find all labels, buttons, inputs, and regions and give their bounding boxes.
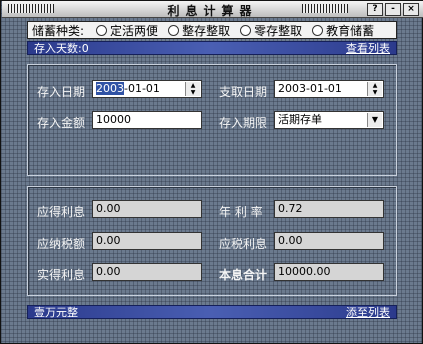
tax-due-value: 0.00 (92, 232, 202, 250)
taxable-interest-value: 0.00 (274, 232, 384, 250)
deposit-panel: 存入日期 2003-01-01 ▲ ▼ 支取日期 2003-01-01 ▲ ▼ 存入… (27, 64, 397, 176)
total-value: 10000.00 (274, 263, 384, 281)
deposit-date-spinner[interactable]: ▲ ▼ (185, 82, 200, 96)
net-interest-label: 实得利息 (37, 268, 86, 282)
amount-label: 存入金额 (37, 116, 86, 130)
deposit-date-input[interactable]: 2003-01-01 ▲ ▼ (92, 80, 202, 98)
amount-input[interactable]: 10000 (92, 111, 202, 129)
deposit-date-year: 2003 (96, 82, 124, 95)
term-select[interactable]: 活期存单 ▼ (274, 111, 384, 129)
radio-lump-sum[interactable]: 整存整取 (168, 22, 230, 39)
annual-rate-value: 0.72 (274, 200, 384, 218)
term-label: 存入期限 (219, 116, 268, 130)
deposit-days: 存入天数:0 (34, 42, 89, 55)
spin-down-icon[interactable]: ▼ (368, 89, 382, 96)
withdraw-date-label: 支取日期 (219, 85, 268, 99)
results-panel: 应得利息 0.00 年 利 率 0.72 应纳税额 0.00 应税利息 0.00… (27, 186, 397, 296)
annual-rate-label: 年 利 率 (219, 205, 263, 219)
title-bar[interactable]: 利息计算器 ? - × (2, 1, 423, 18)
titlebar-buttons: ? - × (367, 3, 419, 16)
radio-circle-icon (240, 24, 252, 36)
radio-label: 教育储蓄 (326, 23, 375, 38)
window-title: 利息计算器 (167, 4, 258, 18)
spin-up-icon[interactable]: ▲ (186, 82, 200, 89)
chevron-down-icon[interactable]: ▼ (367, 113, 382, 127)
radio-education[interactable]: 教育储蓄 (312, 22, 374, 39)
total-label: 本息合计 (219, 268, 268, 282)
radio-demand-fixed[interactable]: 定活两便 (96, 22, 158, 39)
amount-in-words: 壹万元整 (34, 306, 78, 319)
radio-label: 整存整取 (182, 23, 231, 38)
radio-circle-icon (312, 24, 324, 36)
minimize-button[interactable]: - (385, 3, 401, 16)
footer-strip: 壹万元整 添至列表 (27, 305, 397, 319)
radio-installment[interactable]: 零存整取 (240, 22, 302, 39)
info-strip: 存入天数:0 查看列表 (27, 41, 397, 55)
deposit-date-label: 存入日期 (37, 85, 86, 99)
spin-down-icon[interactable]: ▼ (186, 89, 200, 96)
help-button[interactable]: ? (367, 3, 383, 16)
close-button[interactable]: × (403, 3, 419, 16)
radio-circle-icon (96, 24, 108, 36)
withdraw-date-value: 2003-01-01 (278, 82, 342, 95)
calculator-window: 利息计算器 ? - × 储蓄种类: 定活两便 整存整取 零存整取 教育储蓄 存入… (0, 0, 423, 344)
radio-label: 定活两便 (110, 23, 159, 38)
deposit-date-rest: -01-01 (124, 82, 160, 95)
spin-up-icon[interactable]: ▲ (368, 82, 382, 89)
term-value: 活期存单 (278, 113, 322, 126)
radio-label: 零存整取 (254, 23, 303, 38)
savings-type-label: 储蓄种类: (32, 23, 85, 38)
interest-due-value: 0.00 (92, 200, 202, 218)
net-interest-value: 0.00 (92, 263, 202, 281)
savings-type-bar: 储蓄种类: 定活两便 整存整取 零存整取 教育储蓄 (27, 21, 397, 39)
withdraw-date-spinner[interactable]: ▲ ▼ (367, 82, 382, 96)
radio-circle-icon (168, 24, 180, 36)
tax-due-label: 应纳税额 (37, 237, 86, 251)
withdraw-date-input[interactable]: 2003-01-01 ▲ ▼ (274, 80, 384, 98)
taxable-interest-label: 应税利息 (219, 237, 268, 251)
title-grip-right (302, 4, 348, 13)
add-to-list-link[interactable]: 添至列表 (346, 304, 390, 320)
interest-due-label: 应得利息 (37, 205, 86, 219)
view-list-link[interactable]: 查看列表 (346, 40, 390, 56)
